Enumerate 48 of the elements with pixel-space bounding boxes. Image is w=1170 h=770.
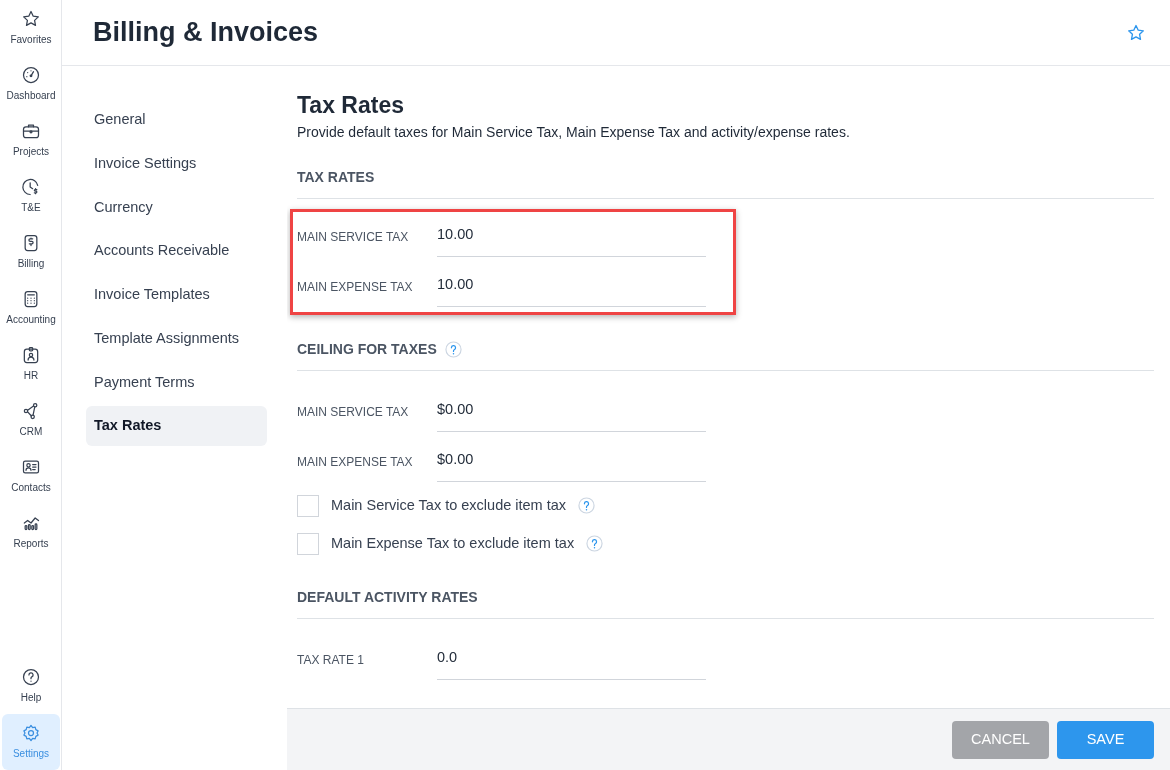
help-icon[interactable] (578, 497, 596, 515)
nav-item[interactable]: Help (2, 658, 60, 714)
star-icon (21, 9, 41, 29)
input-field[interactable]: 0.0 (437, 639, 706, 680)
checkbox-label: Main Expense Tax to exclude item tax (331, 533, 575, 553)
section-heading: TAX RATES (297, 167, 375, 187)
nav-item[interactable]: CRM (2, 392, 60, 448)
input-field[interactable]: $0.00 (437, 391, 706, 432)
checkbox[interactable] (297, 532, 319, 555)
checkbox-label: Main Service Tax to exclude item tax (331, 495, 567, 515)
nav-item[interactable]: Dashboard (2, 56, 60, 112)
checkbox[interactable] (297, 494, 319, 517)
section-heading: DEFAULT ACTIVITY RATES (297, 587, 478, 607)
nav-item[interactable]: Reports (2, 504, 60, 560)
nav-item[interactable]: T&E (2, 168, 60, 224)
help-icon (21, 667, 41, 687)
help-icon[interactable] (586, 535, 604, 553)
nav-item[interactable]: Billing (2, 224, 60, 280)
field-label: TAX RATE 1 (297, 651, 365, 669)
subnav-item[interactable]: Accounts Receivable (86, 231, 267, 271)
nav-item[interactable]: Favorites (2, 0, 60, 56)
subnav-item[interactable]: Template Assignments (86, 318, 267, 359)
nav-item[interactable]: Contacts (2, 448, 60, 504)
nav-item[interactable]: Accounting (2, 280, 60, 336)
subnav-item[interactable]: General (86, 100, 267, 140)
section-heading: CEILING FOR TAXES (297, 339, 437, 359)
field-label: MAIN EXPENSE TAX (297, 278, 414, 296)
input-field[interactable]: $0.00 (437, 441, 706, 482)
help-icon[interactable] (444, 340, 462, 358)
clock-icon (21, 177, 41, 197)
input-field[interactable]: 10.00 (437, 216, 706, 257)
field-label: MAIN EXPENSE TAX (297, 453, 414, 471)
section-title: Tax Rates (297, 92, 405, 120)
subnav-item[interactable]: Invoice Templates (86, 275, 267, 315)
page-title: Billing & Invoices (93, 16, 319, 49)
subnav-item[interactable]: Invoice Settings (86, 143, 267, 184)
gauge-icon (21, 65, 41, 85)
subnav-item[interactable]: Currency (86, 187, 267, 228)
subnav-item[interactable]: Tax Rates (86, 406, 267, 446)
input-field[interactable]: 10.00 (437, 266, 706, 307)
settings-icon (21, 723, 41, 743)
nav-item[interactable]: Projects (2, 112, 60, 168)
field-label: MAIN SERVICE TAX (297, 228, 410, 246)
subnav-item[interactable]: Payment Terms (86, 362, 267, 403)
id-badge-icon (21, 345, 41, 365)
description: Provide default taxes for Main Service Tax, Main Expense Tax and activity/expense rates. (297, 122, 851, 142)
nav-item[interactable]: HR (2, 336, 60, 392)
field-label: MAIN SERVICE TAX (297, 403, 410, 421)
